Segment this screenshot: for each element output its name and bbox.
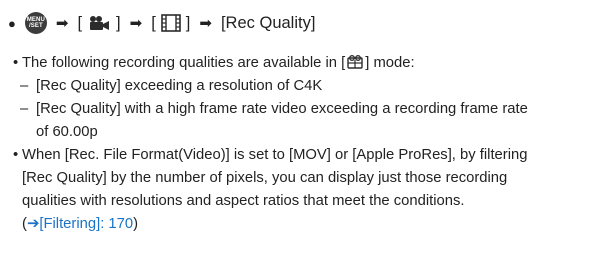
creative-video-icon xyxy=(347,55,363,69)
bullet-available-qualities: The following recording qualities are av… xyxy=(13,52,599,75)
bracket-close: ] xyxy=(185,13,191,32)
dash-item-c4k: [Rec Quality] exceeding a resolution of … xyxy=(14,75,599,98)
bracket-open: [ xyxy=(151,13,156,32)
filtering-link[interactable]: [Filtering]: 170 xyxy=(39,216,133,232)
filtering-note-line2: [Rec Quality] by the number of pixels, y… xyxy=(22,170,508,186)
content-body: The following recording qualities are av… xyxy=(13,52,599,236)
arrow-icon: ➡ xyxy=(55,15,69,32)
arrow-icon: ➡ xyxy=(129,15,143,32)
dash-item-high-frame-rate-cont: of 60.00p xyxy=(36,124,98,140)
bracket-close: ] xyxy=(116,13,121,32)
p1-text-before: The following recording qualities are av… xyxy=(22,55,346,71)
filtering-note-line3: qualities with resolutions and aspect ra… xyxy=(22,193,465,209)
rec-quality-menu-item: [Rec Quality] xyxy=(220,13,316,32)
image-format-menu-item: [ ] xyxy=(151,14,190,33)
filtering-cross-reference: (➔[Filtering]: 170) xyxy=(14,213,599,236)
arrow-icon: ➡ xyxy=(199,15,212,32)
xref-paren-close: ) xyxy=(133,216,139,232)
dash-item-high-frame-rate: [Rec Quality] with a high frame rate vid… xyxy=(14,98,599,121)
menu-navigation-path: ● MENU /SET ➡ [ ] ➡ [ ] ➡ [Rec Quality] xyxy=(8,12,315,34)
video-mode-icon xyxy=(90,16,110,30)
set-label: /SET xyxy=(28,23,43,29)
image-format-icon xyxy=(160,14,181,32)
menu-set-button-icon: MENU /SET xyxy=(24,12,47,34)
xref-arrow-icon: ➔ xyxy=(26,216,40,232)
video-menu-item: [ ] xyxy=(77,14,120,33)
bracket-open: [ xyxy=(77,13,83,32)
bullet-filtering-note: When [Rec. File Format(Video)] is set to… xyxy=(13,144,599,167)
p1-text-after: ] mode: xyxy=(365,55,415,71)
bullet-dot: ● xyxy=(8,15,16,31)
